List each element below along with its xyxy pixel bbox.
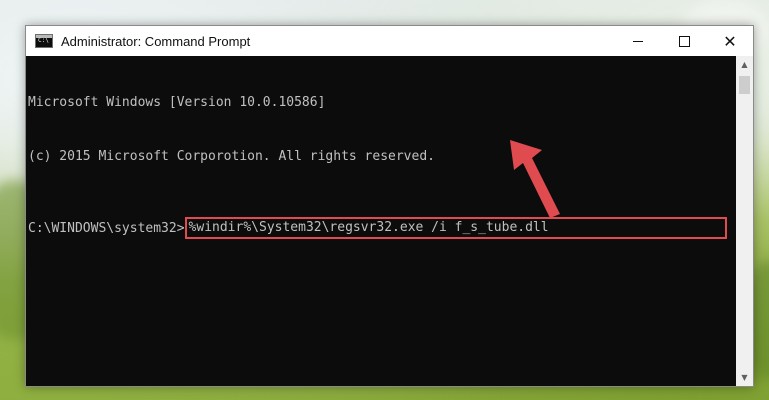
scroll-up-icon[interactable]: ▲	[736, 56, 753, 73]
console-line-copyright: (c) 2015 Microsoft Corporotion. All righ…	[28, 149, 435, 164]
console-line-version: Microsoft Windows [Version 10.0.10586]	[28, 95, 326, 110]
console-icon[interactable]	[35, 34, 53, 48]
window-title: Administrator: Command Prompt	[61, 33, 251, 49]
close-icon: ✕	[723, 31, 737, 51]
minimize-icon	[633, 40, 643, 42]
maximize-button[interactable]	[661, 26, 707, 56]
scroll-thumb[interactable]	[739, 76, 750, 94]
highlighted-command[interactable]: %windir%\System32\regsvr32.exe /i f_s_tu…	[184, 217, 727, 239]
maximize-icon	[678, 35, 690, 47]
scroll-down-icon[interactable]: ▼	[736, 369, 753, 386]
title-bar[interactable]: Administrator: Command Prompt ✕	[26, 26, 753, 56]
console-output[interactable]: Microsoft Windows [Version 10.0.10586] (…	[26, 56, 736, 386]
command-line[interactable]: C:\WINDOWS\system32> %windir%\System32\r…	[28, 217, 736, 239]
vertical-scrollbar[interactable]: ▲ ▼	[736, 56, 753, 386]
command-prompt-window: Administrator: Command Prompt ✕ Microsof…	[25, 25, 754, 387]
prompt-path: C:\WINDOWS\system32>	[28, 221, 185, 236]
close-button[interactable]: ✕	[707, 26, 753, 56]
red-arrow-icon	[510, 140, 560, 218]
minimize-button[interactable]	[615, 26, 661, 56]
